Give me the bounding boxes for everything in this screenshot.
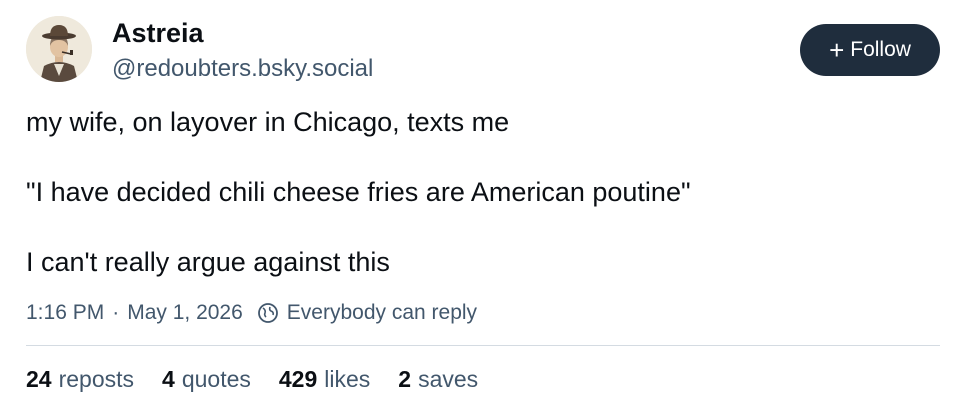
reply-setting[interactable]: Everybody can reply [257,301,477,325]
post-thread-item: Astreia @redoubters.bsky.social + Follow… [0,0,960,403]
likes-stat[interactable]: 429 likes [279,366,370,393]
author-handle[interactable]: @redoubters.bsky.social [112,54,373,84]
post-date[interactable]: May 1, 2026 [127,301,243,325]
quotes-stat[interactable]: 4 quotes [162,366,251,393]
post-paragraph: "I have decided chili cheese fries are A… [26,177,691,207]
reposts-count: 24 [26,365,52,392]
meta-separator: · [112,301,120,324]
likes-count: 429 [278,365,318,392]
quotes-label: quotes [181,365,251,392]
saves-count: 2 [398,365,412,392]
avatar-image [26,16,92,82]
post-text: my wife, on layover in Chicago, texts me… [26,104,926,280]
author-display-name[interactable]: Astreia [112,17,204,49]
likes-label: likes [324,365,371,392]
follow-label: Follow [850,38,911,61]
saves-stat[interactable]: 2 saves [398,366,478,393]
plus-icon: + [829,35,845,65]
post-paragraph: I can't really argue against this [26,247,390,277]
post-paragraph: my wife, on layover in Chicago, texts me [26,107,510,137]
reposts-stat[interactable]: 24 reposts [26,366,134,393]
post-time[interactable]: 1:16 PM [26,301,104,325]
saves-label: saves [418,365,479,392]
post-meta: 1:16 PM · May 1, 2026 Everybody can repl… [26,298,477,328]
follow-button[interactable]: + Follow [800,24,940,76]
globe-icon [257,303,278,323]
post-stats: 24 reposts 4 quotes 429 likes 2 saves [26,362,506,396]
avatar[interactable] [26,16,92,82]
divider [26,345,940,346]
quotes-count: 4 [162,365,175,392]
reposts-label: reposts [58,365,135,392]
reply-setting-label: Everybody can reply [286,301,478,324]
